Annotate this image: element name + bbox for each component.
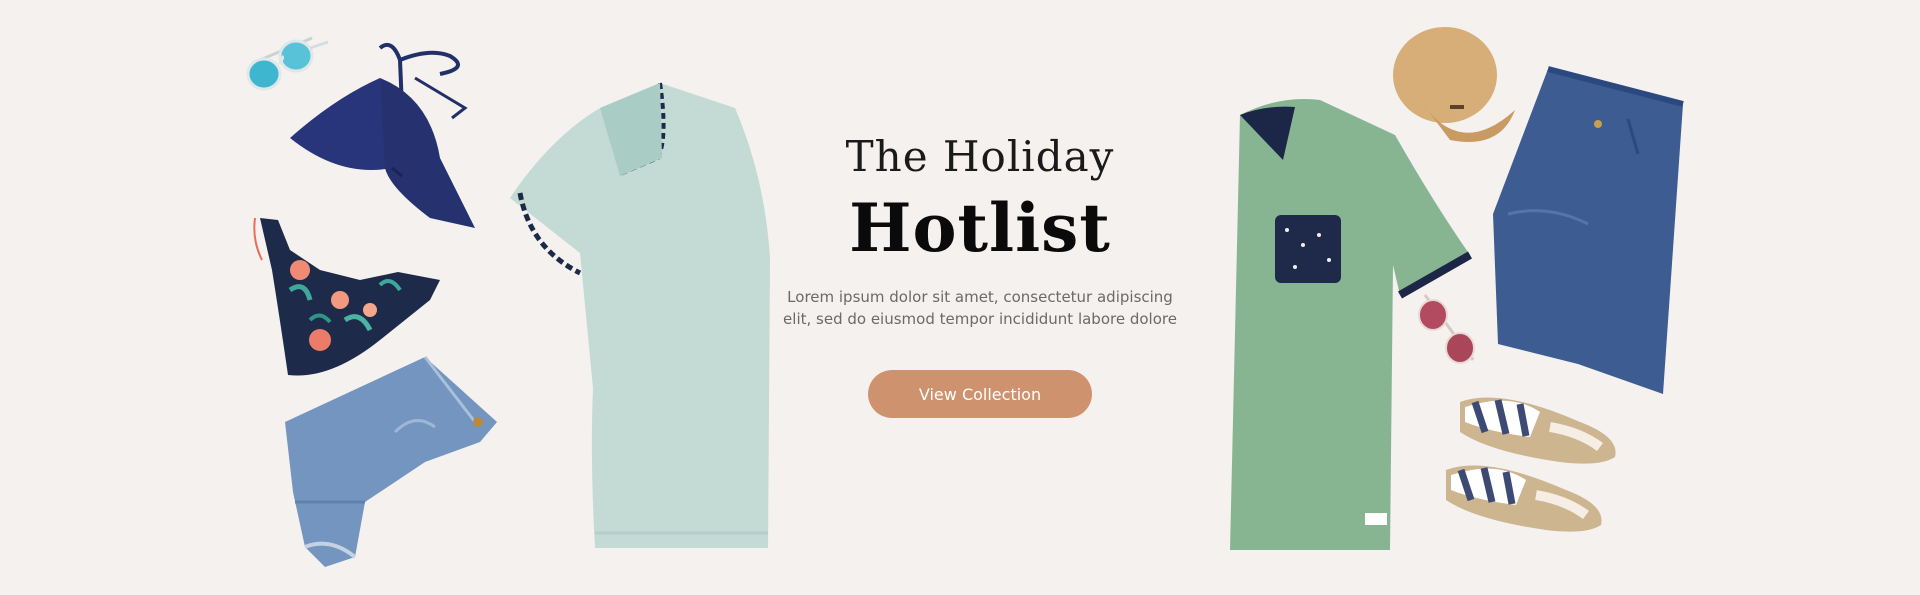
striped-espadrilles-icon — [1430, 392, 1630, 552]
red-sunglasses-icon — [1415, 285, 1485, 370]
hero-content: The Holiday Hotlist Lorem ipsum dolor si… — [760, 130, 1200, 418]
denim-shorts-icon — [275, 352, 505, 572]
hero-banner: The Holiday Hotlist Lorem ipsum dolor si… — [0, 0, 1920, 595]
navy-bikini-top-icon — [280, 38, 490, 238]
hero-title: Hotlist — [849, 189, 1111, 267]
denim-shorts-men-icon — [1488, 64, 1688, 404]
hero-title-script: The Holiday — [845, 132, 1115, 181]
hero-description: Lorem ipsum dolor sit amet, consectetur … — [783, 288, 1177, 328]
view-collection-button[interactable]: View Collection — [868, 370, 1092, 418]
mint-tee-icon — [510, 78, 780, 558]
